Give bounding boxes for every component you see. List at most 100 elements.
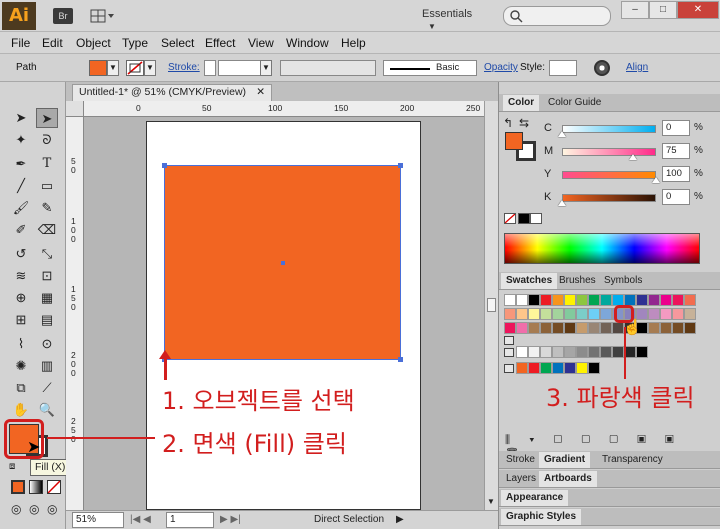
swatch[interactable] [528, 308, 540, 320]
rectangle-tool-icon[interactable]: ▭ [36, 176, 58, 196]
tab-layers[interactable]: Layers [501, 471, 541, 487]
paintbrush-icon[interactable]: 🖌 [10, 198, 32, 218]
gradient-tool-icon[interactable]: ▤ [36, 310, 58, 330]
hand-tool-icon[interactable]: ✋ [10, 400, 32, 420]
swatch[interactable] [540, 322, 552, 334]
swap-colors-icon[interactable]: ↰ [503, 116, 513, 130]
blend-tool-icon[interactable]: ⊙ [36, 334, 58, 354]
yellow-slider[interactable] [562, 171, 656, 179]
black-slider[interactable] [562, 194, 656, 202]
swatch[interactable] [660, 294, 672, 306]
swatch[interactable] [540, 294, 552, 306]
rotate-tool-icon[interactable]: ↺ [10, 244, 32, 264]
pen-tool-icon[interactable]: ✒ [10, 154, 32, 174]
selected-rectangle[interactable] [162, 163, 403, 362]
workspace-switcher[interactable]: Essentials ▼ [422, 8, 488, 31]
magic-wand-icon[interactable]: ✦ [10, 130, 32, 150]
menu-object[interactable]: Object [76, 36, 111, 50]
swatch[interactable] [672, 294, 684, 306]
vertical-ruler[interactable]: 5 0 1 0 0 1 5 0 2 0 0 2 5 0 [66, 117, 84, 510]
menu-window[interactable]: Window [286, 36, 329, 50]
swatch[interactable] [576, 362, 588, 374]
swatch[interactable] [600, 294, 612, 306]
swatch[interactable] [600, 346, 612, 358]
swatch[interactable] [504, 294, 516, 306]
line-tool-icon[interactable]: ╱ [10, 176, 32, 196]
type-tool-icon[interactable]: T [36, 154, 58, 174]
swatch[interactable] [504, 322, 516, 334]
swatch[interactable] [552, 308, 564, 320]
swatch[interactable] [552, 322, 564, 334]
tab-gradient[interactable]: Gradient [539, 452, 591, 468]
slider-thumb[interactable] [628, 154, 637, 160]
artboard-number-field[interactable]: 1 [166, 512, 214, 528]
free-transform-icon[interactable]: ⊡ [36, 266, 58, 286]
swatch[interactable] [516, 308, 528, 320]
tab-graphic-styles[interactable]: Graphic Styles [501, 509, 582, 525]
status-menu-icon[interactable]: ▶ [396, 514, 404, 525]
swatch[interactable] [564, 362, 576, 374]
tab-appearance[interactable]: Appearance [501, 490, 569, 506]
swatch[interactable] [576, 308, 588, 320]
mesh-tool-icon[interactable]: ⊞ [10, 310, 32, 330]
close-button[interactable]: ✕ [677, 1, 719, 19]
swatch[interactable] [576, 322, 588, 334]
gradient-mode-icon[interactable] [29, 480, 43, 494]
slider-thumb[interactable] [652, 177, 660, 183]
swatch[interactable] [564, 294, 576, 306]
bridge-button[interactable]: Br [53, 8, 73, 24]
swatch[interactable] [660, 322, 672, 334]
none-mode-icon[interactable] [47, 480, 61, 494]
draw-normal-icon[interactable]: ◎ [11, 502, 21, 516]
menu-effect[interactable]: Effect [205, 36, 235, 50]
swatch[interactable] [600, 308, 612, 320]
swatch[interactable] [528, 322, 540, 334]
perspective-grid-icon[interactable]: ▦ [36, 288, 58, 308]
close-tab-icon[interactable]: ✕ [256, 85, 265, 100]
warp-tool-icon[interactable]: ≋ [10, 266, 32, 286]
swatch[interactable] [588, 308, 600, 320]
tab-color[interactable]: Color [503, 95, 540, 111]
selection-tool-icon[interactable]: ➤ [10, 108, 32, 128]
color-panel-fill[interactable] [505, 132, 523, 150]
swatch[interactable] [660, 308, 672, 320]
swatch[interactable] [648, 308, 660, 320]
none-swatch[interactable] [504, 213, 516, 224]
swatch[interactable] [540, 308, 552, 320]
fill-swatch[interactable] [89, 60, 107, 76]
swatch[interactable] [636, 346, 648, 358]
recolor-icon[interactable] [594, 60, 610, 76]
horizontal-ruler[interactable]: 0 50 100 150 200 250 [84, 101, 484, 117]
stroke-link[interactable]: Stroke: [168, 62, 200, 73]
artboard-tool-icon[interactable]: ⧉ [10, 378, 32, 398]
tab-transparency[interactable]: Transparency [597, 452, 668, 468]
scale-tool-icon[interactable]: ⤡ [36, 244, 58, 264]
swatch[interactable] [636, 294, 648, 306]
swatch[interactable] [564, 322, 576, 334]
stroke-dropdown[interactable]: ▼ [144, 60, 156, 76]
zoom-tool-icon[interactable]: 🔍 [36, 400, 58, 420]
lasso-icon[interactable]: ᘐ [36, 130, 58, 150]
swatch[interactable] [672, 322, 684, 334]
tab-color-guide[interactable]: Color Guide [543, 95, 606, 111]
swatch[interactable] [516, 346, 528, 358]
slider-thumb[interactable] [558, 131, 566, 137]
tab-symbols[interactable]: Symbols [599, 273, 647, 289]
graph-tool-icon[interactable]: ▥ [36, 356, 58, 376]
swatch[interactable] [576, 346, 588, 358]
artboard-nav-first-icon[interactable]: |◀ ◀ [130, 514, 151, 525]
draw-inside-icon[interactable]: ◎ [47, 502, 57, 516]
swatch[interactable] [516, 322, 528, 334]
maximize-button[interactable]: □ [649, 1, 677, 19]
swatch[interactable] [588, 294, 600, 306]
swatch[interactable] [588, 362, 600, 374]
fill-dropdown[interactable]: ▼ [107, 60, 119, 76]
minimize-button[interactable]: – [621, 1, 649, 19]
swatch[interactable] [516, 362, 528, 374]
cyan-slider[interactable] [562, 125, 656, 133]
cyan-value[interactable]: 0 [662, 120, 690, 136]
folder-icon[interactable] [504, 348, 514, 357]
color-spectrum[interactable] [504, 233, 700, 264]
swatch[interactable] [648, 294, 660, 306]
menu-file[interactable]: File [11, 36, 30, 50]
